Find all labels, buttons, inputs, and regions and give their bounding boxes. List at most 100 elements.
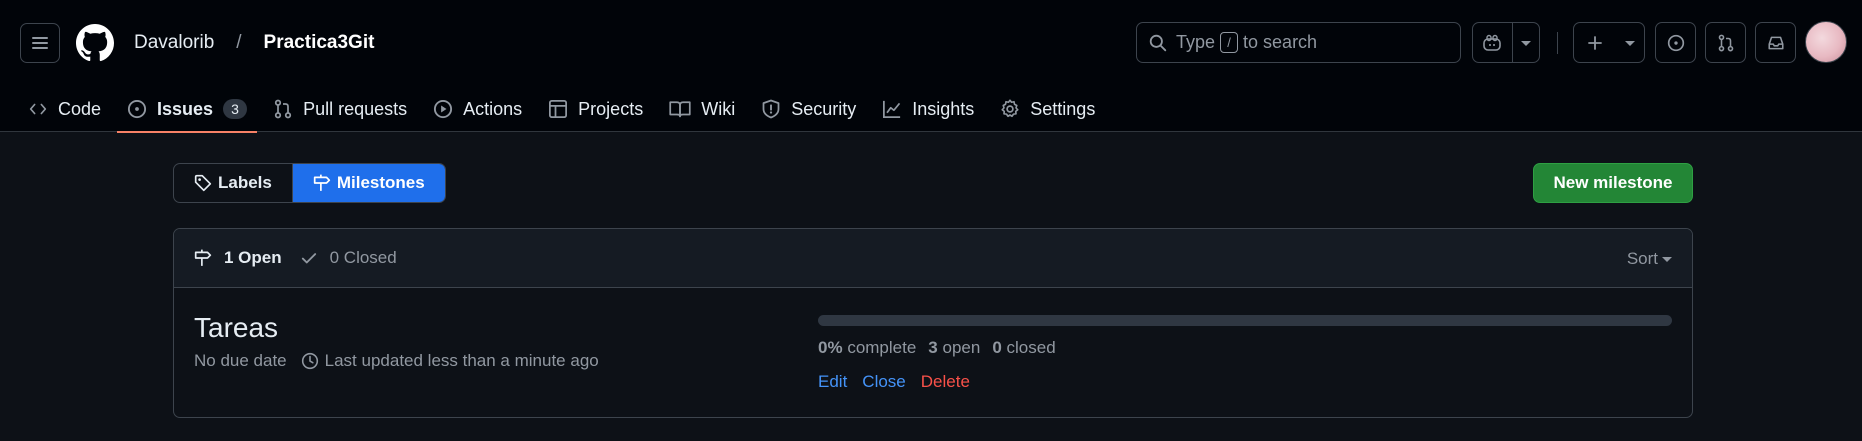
labels-label: Labels [218,173,272,192]
tab-security[interactable]: Security [751,86,866,132]
tab-label: Insights [912,98,975,119]
play-icon [434,99,453,119]
inbox-button[interactable] [1755,22,1796,63]
percent-value: 0% [818,338,843,357]
graph-icon [883,100,901,118]
due-date: No due date [194,351,287,370]
issues-button[interactable] [1655,22,1696,63]
open-value: 3 [928,338,938,357]
new-milestone-button[interactable]: New milestone [1533,163,1693,203]
chevron-down-icon [1662,257,1672,262]
closed-count-label: 0 Closed [329,248,397,267]
milestone-actions: Edit Close Delete [818,372,970,392]
copilot-main[interactable] [1473,23,1512,62]
git-pull-request-icon [1718,34,1733,51]
open-milestones-filter[interactable]: 1 Open [194,248,282,268]
last-updated-text: Last updated less than a minute ago [324,351,599,370]
sort-dropdown[interactable]: Sort [1627,229,1672,288]
tab-projects[interactable]: Projects [538,86,653,132]
milestones-label: Milestones [336,173,425,192]
clock-icon [301,352,318,370]
chevron-down-icon [1625,41,1635,46]
milestone-icon [313,174,331,191]
header-divider [1557,32,1558,54]
milestones-button[interactable]: Milestones [291,164,445,202]
tab-label: Projects [578,98,644,119]
tab-label: Actions [463,98,523,119]
breadcrumb-separator: / [236,32,242,53]
tab-label: Code [58,98,102,119]
closed-label: closed [1006,338,1056,357]
create-new-button[interactable] [1573,22,1645,63]
milestone-stats: 0% complete 3 open 0 closed [818,338,1056,358]
search-prefix: Type [1176,32,1216,52]
tab-label: Pull requests [303,98,408,119]
chevron-down-icon [1520,41,1531,46]
gear-icon [1001,99,1019,118]
open-issues-count[interactable]: 3 open [928,338,980,358]
menu-button[interactable] [20,23,60,63]
delete-milestone-link[interactable]: Delete [921,372,970,392]
github-logo[interactable] [76,24,114,67]
milestone-progress-bar [818,315,1672,326]
closed-value: 0 [992,338,1002,357]
edit-milestone-link[interactable]: Edit [818,372,847,392]
book-icon [669,101,691,118]
tab-settings[interactable]: Settings [990,86,1105,132]
tab-label: Security [791,98,857,119]
tab-insights[interactable]: Insights [872,86,984,132]
milestone-icon [194,249,212,266]
table-icon [549,100,568,118]
tab-issues[interactable]: Issues 3 [117,86,258,133]
labels-button[interactable]: Labels [174,164,292,202]
search-input[interactable]: Type / to search [1136,22,1461,63]
search-suffix: to search [1243,32,1318,52]
milestone-row: Tareas No due date Last updated less tha… [174,288,1692,417]
tab-label: Wiki [701,98,736,119]
repo-nav-tabs: Code Issues 3 Pull requests Actions Proj… [18,86,1111,133]
percent-complete: 0% complete [818,338,916,358]
inbox-icon [1767,36,1784,49]
create-new-dropdown[interactable] [1616,23,1644,62]
tab-label: Issues [157,98,214,119]
tab-wiki[interactable]: Wiki [659,86,745,132]
issue-opened-icon [1667,34,1684,51]
pull-requests-button[interactable] [1705,22,1746,63]
open-label: open [942,338,981,357]
copilot-button[interactable] [1472,22,1540,63]
create-new-main[interactable] [1574,23,1616,62]
issues-count-badge: 3 [223,99,248,119]
open-count-label: 1 Open [224,248,282,267]
github-mark-icon [76,24,114,62]
user-avatar[interactable] [1805,21,1847,63]
milestone-meta: No due date Last updated less than a min… [194,351,599,371]
tab-actions[interactable]: Actions [423,86,532,132]
plus-icon [1588,35,1602,50]
search-shortcut-key: / [1220,32,1239,53]
copilot-icon [1483,34,1502,51]
shield-icon [762,99,780,119]
labels-milestones-toggle: Labels Milestones [173,163,446,203]
milestone-title[interactable]: Tareas [194,312,278,344]
tab-pull-requests[interactable]: Pull requests [263,86,417,132]
close-milestone-link[interactable]: Close [862,372,905,392]
check-icon [301,253,316,264]
git-pull-request-icon [274,99,292,119]
copilot-dropdown[interactable] [1513,23,1539,62]
issue-opened-icon [127,99,147,119]
closed-milestones-filter[interactable]: 0 Closed [300,248,397,268]
complete-label: complete [847,338,917,357]
global-header: Davalorib / Practica3Git Type / to searc… [0,0,1862,133]
tag-icon [194,174,212,192]
repo-owner-link[interactable]: Davalorib [134,32,214,54]
code-icon [29,103,47,115]
last-updated: Last updated less than a minute ago [301,351,599,371]
hamburger-icon [32,37,48,49]
closed-issues-count[interactable]: 0 closed [992,338,1055,358]
tab-code[interactable]: Code [18,86,111,132]
sort-label: Sort [1626,248,1658,268]
search-icon [1149,34,1167,51]
repo-name-link[interactable]: Practica3Git [264,32,375,54]
tab-label: Settings [1030,98,1096,119]
breadcrumb: Davalorib / Practica3Git [134,0,374,86]
